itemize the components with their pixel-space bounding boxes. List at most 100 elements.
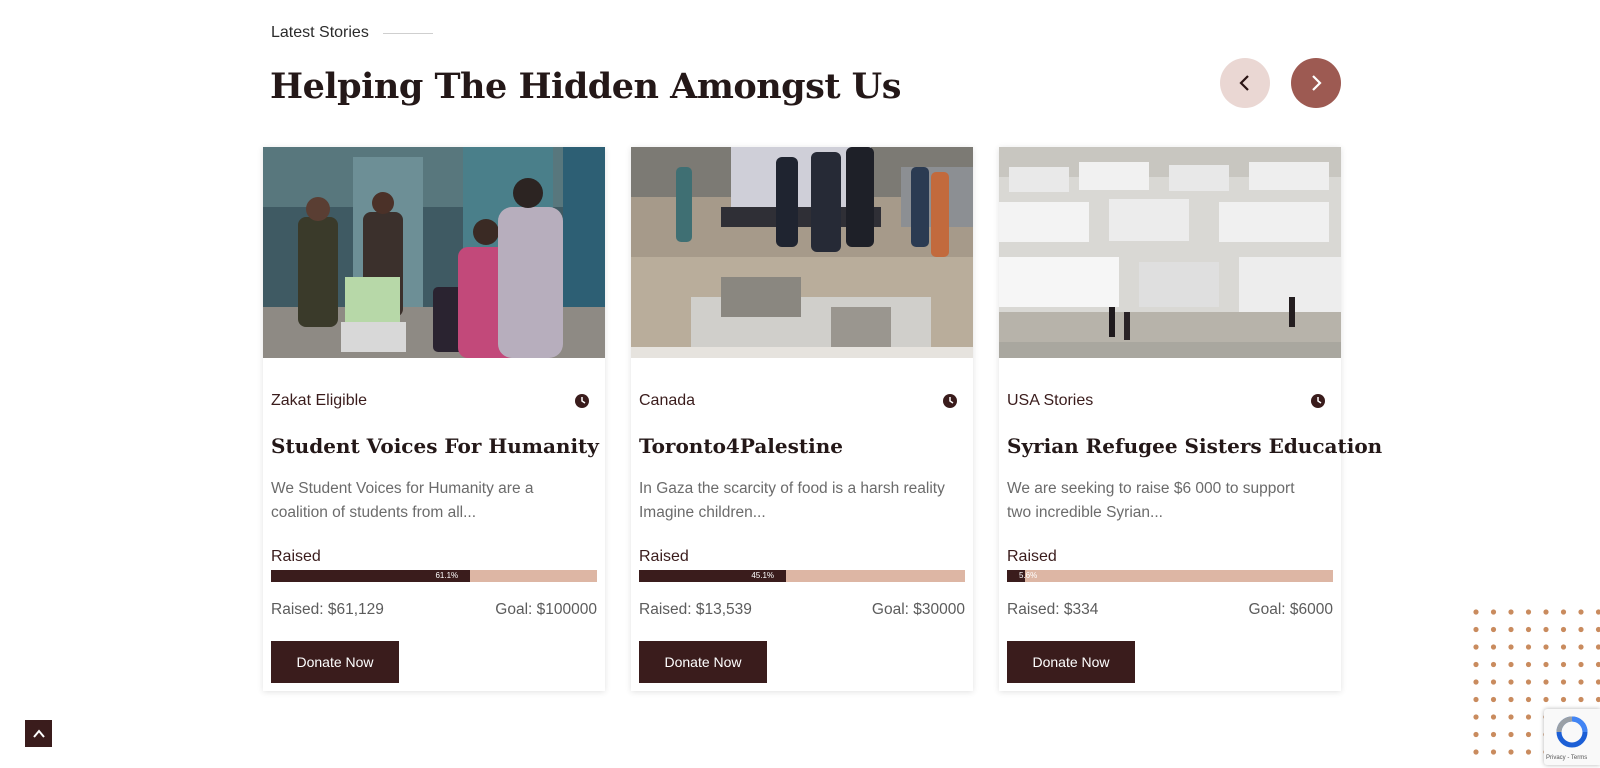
chevron-left-icon (1239, 75, 1249, 91)
decorative-dot (1560, 626, 1567, 633)
card-title[interactable]: Student Voices For Humanity (271, 434, 599, 458)
decorative-dot (1595, 696, 1600, 703)
decorative-dot (1543, 644, 1549, 650)
progress-percent: 5.6% (1019, 571, 1038, 580)
carousel-next-button[interactable] (1291, 58, 1341, 108)
decorative-dot (1560, 609, 1567, 615)
goal-amount: Goal: $6000 (1248, 601, 1333, 618)
story-card: USA Stories Syrian Refugee Sisters Educa… (999, 147, 1382, 691)
decorative-dot (1595, 609, 1600, 615)
card-category[interactable]: Zakat Eligible (271, 392, 367, 410)
scroll-to-top-button[interactable] (25, 720, 52, 747)
decorative-dot (1578, 626, 1584, 633)
decorative-dot (1490, 609, 1497, 615)
decorative-dot (1490, 714, 1497, 720)
decorative-dot (1525, 679, 1532, 685)
progress-bar: 45.1% (639, 570, 965, 582)
decorative-dot (1490, 679, 1497, 685)
decorative-dot (1508, 731, 1514, 738)
card-excerpt: We Student Voices for Humanity are a coa… (271, 480, 534, 521)
donate-button[interactable]: Donate Now (271, 641, 399, 683)
clock-icon (943, 394, 957, 408)
eyebrow-text: Latest Stories (271, 24, 369, 41)
decorative-dot (1490, 696, 1497, 703)
raised-amount: Raised: $13,539 (639, 601, 752, 618)
progress-fill: 45.1% (639, 570, 787, 582)
donate-button[interactable]: Donate Now (1007, 641, 1135, 683)
decorative-dot (1525, 644, 1532, 650)
story-card: Zakat Eligible Student Voices For Humani… (263, 147, 605, 691)
story-image-gaza[interactable] (631, 147, 973, 358)
progress-bar: 61.1% (271, 570, 597, 582)
progress-fill: 61.1% (271, 570, 471, 582)
progress-bar: 5.6% (1007, 570, 1333, 582)
decorative-dot (1525, 696, 1532, 703)
carousel-prev-button[interactable] (1220, 58, 1270, 108)
decorative-dot (1508, 749, 1514, 755)
goal-amount: Goal: $30000 (871, 601, 965, 618)
decorative-dot (1578, 661, 1584, 668)
story-card: Canada Toronto4Palestine In Gaza the sca… (631, 147, 973, 691)
raised-label: Raised (639, 548, 689, 565)
clock-icon (1311, 394, 1325, 408)
decorative-dot (1473, 679, 1479, 685)
decorative-dot (1490, 731, 1497, 738)
decorative-dot (1490, 644, 1497, 650)
decorative-dot (1525, 749, 1532, 755)
decorative-dot (1525, 731, 1532, 738)
recaptcha-terms[interactable]: Privacy - Terms (1546, 755, 1587, 761)
card-title[interactable]: Syrian Refugee Sisters Education (1007, 434, 1382, 458)
raised-label: Raised (1007, 548, 1057, 565)
decorative-dot (1578, 679, 1584, 685)
decorative-dot (1595, 644, 1600, 650)
progress-percent: 45.1% (751, 571, 775, 580)
decorative-dot (1508, 626, 1514, 633)
clock-icon (575, 394, 589, 408)
card-excerpt: We are seeking to raise $6 000 to suppor… (1007, 480, 1295, 521)
decorative-dot (1595, 679, 1600, 685)
goal-amount: Goal: $100000 (495, 601, 597, 618)
decorative-dot (1508, 661, 1514, 668)
recaptcha-icon (1556, 716, 1588, 748)
decorative-dot (1508, 644, 1514, 650)
raised-amount: Raised: $334 (1007, 601, 1099, 618)
decorative-dot (1525, 714, 1532, 720)
decorative-dot (1525, 609, 1532, 615)
card-amounts: Raised: $61,129 Goal: $100000 (271, 601, 597, 619)
decorative-dot (1578, 644, 1584, 650)
decorative-dot (1473, 749, 1479, 755)
decorative-dot (1490, 749, 1497, 755)
decorative-dot (1525, 661, 1532, 668)
decorative-dot (1595, 626, 1600, 633)
raised-amount: Raised: $61,129 (271, 601, 384, 618)
section-title: Helping The Hidden Amongst Us (270, 66, 901, 107)
decorative-dot (1595, 661, 1600, 668)
donate-button[interactable]: Donate Now (639, 641, 767, 683)
decorative-dot (1578, 696, 1584, 703)
story-image-camp[interactable] (999, 147, 1341, 358)
eyebrow-divider (382, 32, 433, 34)
chevron-right-icon (1312, 75, 1322, 91)
decorative-dot (1490, 626, 1497, 633)
card-title[interactable]: Toronto4Palestine (639, 434, 843, 458)
card-category[interactable]: USA Stories (1007, 392, 1093, 410)
decorative-dot (1508, 679, 1514, 685)
decorative-dot (1508, 609, 1514, 615)
card-meta: Canada (639, 392, 957, 410)
decorative-dot (1473, 626, 1479, 633)
decorative-dot (1508, 714, 1514, 720)
decorative-dot (1473, 731, 1479, 738)
story-image-students[interactable] (263, 147, 605, 358)
progress-percent: 61.1% (435, 571, 459, 580)
decorative-dot (1543, 696, 1549, 703)
decorative-dot (1473, 714, 1479, 720)
decorative-dot (1543, 679, 1549, 685)
decorative-dot (1560, 679, 1567, 685)
card-excerpt: In Gaza the scarcity of food is a harsh … (639, 480, 945, 521)
recaptcha-badge[interactable]: Privacy - Terms (1544, 709, 1600, 765)
decorative-dot (1473, 644, 1479, 650)
decorative-dot (1473, 661, 1479, 668)
decorative-dot (1525, 626, 1532, 633)
card-category[interactable]: Canada (639, 392, 695, 410)
chevron-up-icon (32, 728, 45, 738)
